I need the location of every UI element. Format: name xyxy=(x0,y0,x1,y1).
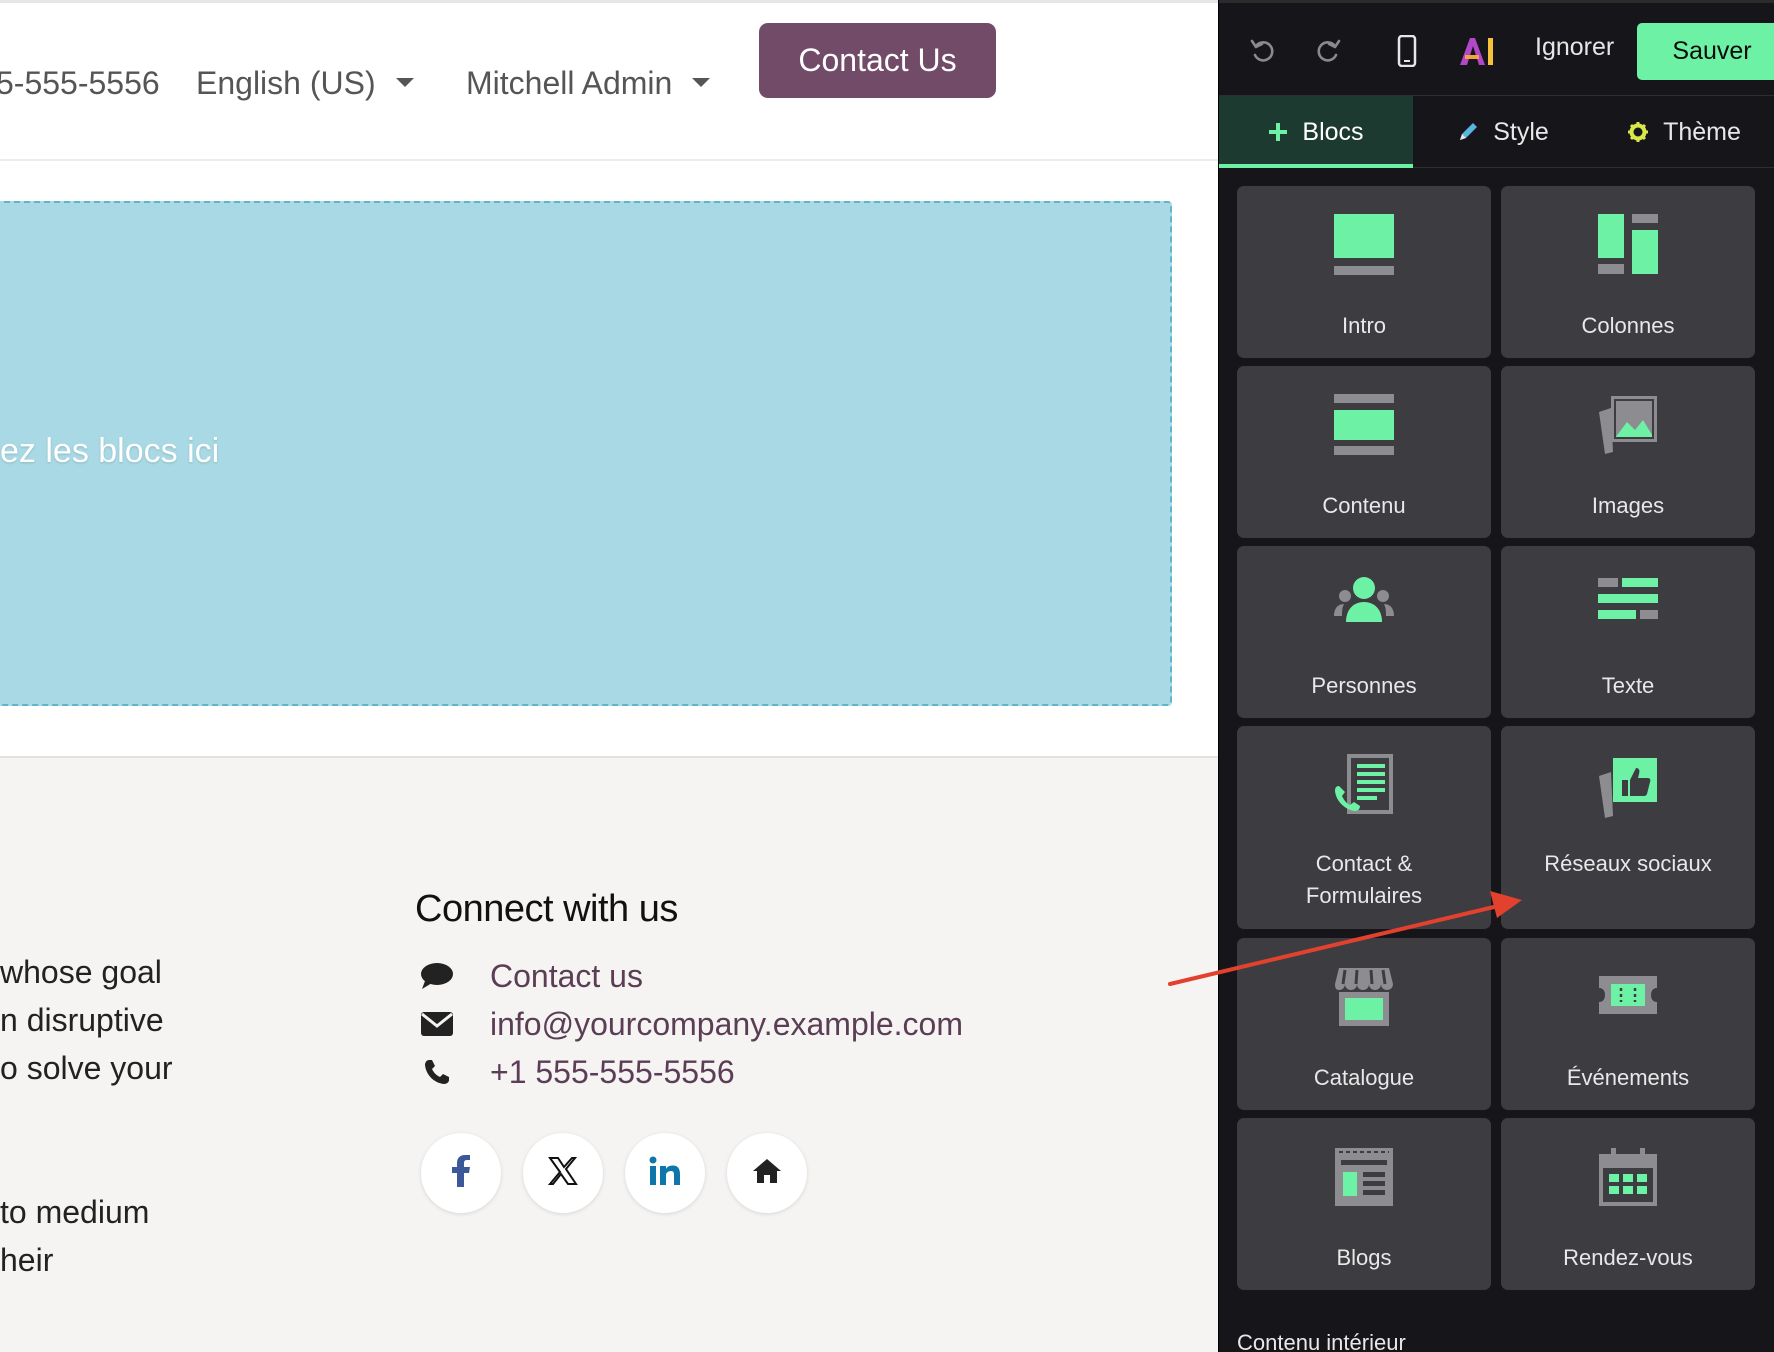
editor-panel: Ignorer Sauver Blocs Style Thème Intro C… xyxy=(1218,0,1774,1352)
block-label: Colonnes xyxy=(1581,313,1675,338)
editor-tabs: Blocs Style Thème xyxy=(1219,95,1774,168)
intro-icon xyxy=(1237,214,1491,286)
block-label: Intro xyxy=(1341,313,1387,338)
inner-content-section-label: Contenu intérieur xyxy=(1237,1330,1406,1352)
linkedin-icon xyxy=(649,1156,681,1191)
home-icon xyxy=(752,1158,782,1189)
block-label: Réseaux sociaux xyxy=(1544,851,1712,876)
block-events[interactable]: Événements xyxy=(1501,938,1755,1110)
header-phone[interactable]: 5-555-5556 xyxy=(0,63,160,103)
block-label: Événements xyxy=(1566,1065,1690,1090)
blogs-icon xyxy=(1237,1146,1491,1218)
email-link[interactable]: info@yourcompany.example.com xyxy=(490,1006,963,1043)
email-link-row[interactable]: info@yourcompany.example.com xyxy=(418,1002,963,1046)
block-people[interactable]: Personnes xyxy=(1237,546,1491,718)
website-preview: 5-555-5556 English (US) Mitchell Admin C… xyxy=(0,0,1218,1352)
content-icon xyxy=(1237,394,1491,466)
facebook-icon xyxy=(451,1154,471,1192)
plus-icon xyxy=(1268,122,1288,142)
chevron-down-icon xyxy=(395,78,414,88)
columns-icon xyxy=(1501,214,1755,286)
block-social-media[interactable]: Réseaux sociaux xyxy=(1501,726,1755,929)
facebook-button[interactable] xyxy=(421,1133,501,1213)
about-text-line: whose goal xyxy=(0,954,162,990)
x-twitter-button[interactable] xyxy=(523,1133,603,1213)
home-button[interactable] xyxy=(727,1133,807,1213)
people-icon xyxy=(1237,574,1491,646)
x-twitter-icon xyxy=(547,1156,578,1191)
language-selector[interactable]: English (US) xyxy=(196,63,414,103)
text-icon xyxy=(1501,574,1755,646)
tab-label: Thème xyxy=(1663,117,1741,146)
catalog-icon xyxy=(1237,966,1491,1038)
block-label: Contenu xyxy=(1322,493,1406,518)
block-columns[interactable]: Colonnes xyxy=(1501,186,1755,358)
appointments-icon xyxy=(1501,1146,1755,1218)
phone-link[interactable]: +1 555-555-5556 xyxy=(490,1054,735,1091)
connect-title: Connect with us xyxy=(415,888,678,930)
block-blogs[interactable]: Blogs xyxy=(1237,1118,1491,1290)
save-button[interactable]: Sauver xyxy=(1637,23,1774,80)
block-images[interactable]: Images xyxy=(1501,366,1755,538)
phone-icon xyxy=(418,1057,456,1087)
discard-button[interactable]: Ignorer xyxy=(1535,33,1614,62)
block-appointments[interactable]: Rendez-vous xyxy=(1501,1118,1755,1290)
gear-icon xyxy=(1627,121,1649,143)
block-label: Catalogue xyxy=(1313,1065,1415,1090)
block-label: Contact & xyxy=(1315,851,1413,876)
block-text[interactable]: Texte xyxy=(1501,546,1755,718)
contact-forms-icon xyxy=(1237,754,1491,826)
comment-icon xyxy=(418,961,456,991)
block-label: Personnes xyxy=(1311,673,1417,698)
block-label: Texte xyxy=(1601,673,1655,698)
tab-style[interactable]: Style xyxy=(1413,96,1593,168)
images-icon xyxy=(1501,394,1755,466)
about-text-line: to medium xyxy=(0,1194,150,1230)
chevron-down-icon xyxy=(692,78,711,88)
about-text-line: heir xyxy=(0,1242,54,1278)
language-label: English (US) xyxy=(196,65,376,101)
tab-blocks[interactable]: Blocs xyxy=(1219,96,1413,168)
block-label: Formulaires xyxy=(1305,883,1423,908)
about-text-line: o solve your xyxy=(0,1050,173,1086)
tab-theme[interactable]: Thème xyxy=(1593,96,1774,168)
block-label: Images xyxy=(1591,493,1665,518)
contact-us-button[interactable]: Contact Us xyxy=(759,23,996,98)
tab-label: Blocs xyxy=(1302,117,1364,146)
contact-us-link[interactable]: Contact us xyxy=(490,958,643,995)
user-name: Mitchell Admin xyxy=(466,65,673,101)
redo-icon[interactable] xyxy=(1308,31,1348,71)
dropzone-hint: ez les blocs ici xyxy=(0,432,220,470)
about-text-line: n disruptive xyxy=(0,1002,164,1038)
site-header: 5-555-5556 English (US) Mitchell Admin C… xyxy=(0,0,1218,161)
block-contact-forms[interactable]: Contact & Formulaires xyxy=(1237,726,1491,929)
social-media-icon xyxy=(1501,754,1755,826)
block-content[interactable]: Contenu xyxy=(1237,366,1491,538)
ai-button[interactable] xyxy=(1457,31,1497,71)
block-intro[interactable]: Intro xyxy=(1237,186,1491,358)
editor-toolbar: Ignorer Sauver xyxy=(1219,0,1774,95)
mobile-preview-icon[interactable] xyxy=(1387,31,1427,71)
undo-icon[interactable] xyxy=(1243,31,1283,71)
events-icon xyxy=(1501,966,1755,1038)
envelope-icon xyxy=(418,1009,456,1039)
block-label: Rendez-vous xyxy=(1563,1245,1693,1270)
block-catalog[interactable]: Catalogue xyxy=(1237,938,1491,1110)
pencil-icon xyxy=(1457,121,1479,143)
user-menu[interactable]: Mitchell Admin xyxy=(466,63,711,103)
phone-link-row[interactable]: +1 555-555-5556 xyxy=(418,1050,735,1094)
block-label: Blogs xyxy=(1336,1245,1392,1270)
contact-link-row[interactable]: Contact us xyxy=(418,954,643,998)
tab-label: Style xyxy=(1493,117,1549,146)
linkedin-button[interactable] xyxy=(625,1133,705,1213)
